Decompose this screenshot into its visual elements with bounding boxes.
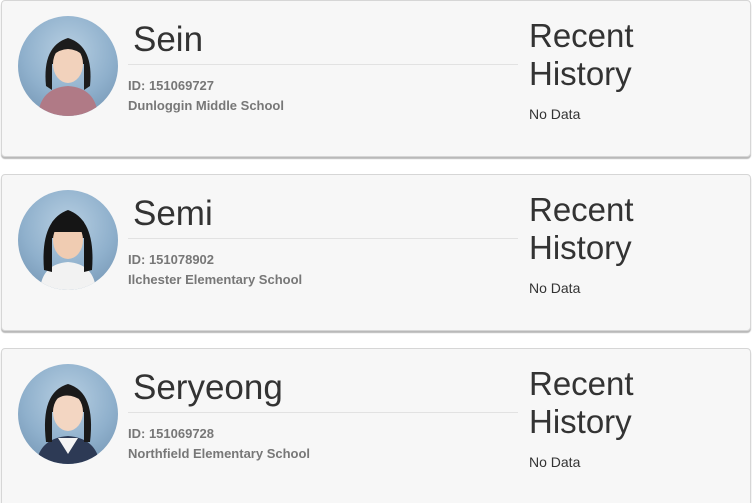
recent-history-status: No Data xyxy=(529,454,581,470)
student-name: Sein xyxy=(133,20,204,59)
recent-history-status: No Data xyxy=(529,106,581,122)
recent-history-heading: Recent History xyxy=(529,191,634,266)
student-photo xyxy=(38,38,98,116)
student-card[interactable]: Semi ID: 151078902 Ilchester Elementary … xyxy=(1,174,751,331)
student-id: ID: 151069727 xyxy=(128,78,215,93)
face-shape xyxy=(53,393,83,431)
recent-history-status: No Data xyxy=(529,280,581,296)
divider xyxy=(128,64,518,65)
student-card[interactable]: Seryeong ID: 151069728 Northfield Elemen… xyxy=(1,348,751,503)
student-name: Semi xyxy=(133,194,213,233)
student-school: Northfield Elementary School xyxy=(128,446,311,461)
recent-history-heading: Recent History xyxy=(529,17,634,92)
student-id: ID: 151069728 xyxy=(128,426,215,441)
recent-history-heading: Recent History xyxy=(529,365,634,440)
student-id: ID: 151078902 xyxy=(128,252,215,267)
student-avatar xyxy=(18,190,118,290)
student-card[interactable]: Sein ID: 151069727 Dunloggin Middle Scho… xyxy=(1,0,751,157)
student-school: Ilchester Elementary School xyxy=(128,272,303,287)
student-school: Dunloggin Middle School xyxy=(128,98,284,113)
student-photo xyxy=(36,384,100,464)
student-list: Sein ID: 151069727 Dunloggin Middle Scho… xyxy=(0,0,752,503)
student-avatar xyxy=(18,364,118,464)
divider xyxy=(128,412,518,413)
shirt-shape xyxy=(38,86,98,116)
student-name: Seryeong xyxy=(133,368,283,407)
student-photo xyxy=(40,210,96,290)
divider xyxy=(128,238,518,239)
student-avatar xyxy=(18,16,118,116)
